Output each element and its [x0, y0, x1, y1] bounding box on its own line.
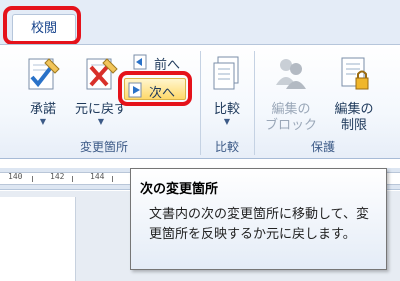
ruler-mark: [32, 176, 33, 182]
people-icon: [276, 59, 306, 89]
accept-label: 承諾: [29, 102, 56, 117]
highlight-review-tab: [3, 6, 81, 45]
document-page[interactable]: [0, 197, 76, 281]
accept-dropdown-icon[interactable]: ▼: [14, 117, 72, 126]
compare-label: 比較: [213, 102, 240, 117]
group-label-compare: 比較: [214, 140, 239, 154]
ribbon-panel: 承諾 ▼ 元に戻す ▼ 前へ 次へ 変更箇所 比較 ▼ 比較 編集の ブロック …: [0, 44, 400, 159]
block-authors-button[interactable]: 編集の ブロック: [260, 49, 322, 137]
group-separator: [254, 51, 255, 155]
previous-arrow-icon: [133, 54, 147, 70]
ruler-tick-label: 144: [90, 172, 105, 181]
reject-icon: [86, 58, 118, 90]
ruler-tick-label: 142: [50, 172, 65, 181]
tooltip-title: 次の変更箇所: [140, 182, 219, 197]
document-lock-icon: [341, 57, 369, 90]
group-label-changes: 変更箇所: [79, 140, 128, 154]
compare-icon: [213, 56, 239, 90]
compare-dropdown-icon[interactable]: ▼: [204, 117, 250, 126]
ribbon-tab-strip: 校閲: [0, 0, 400, 45]
ruler-mark: [112, 176, 113, 182]
block-authors-label-line2: ブロック: [264, 118, 317, 133]
previous-change-button[interactable]: 前へ: [130, 51, 192, 73]
tooltip-body: 文書内の次の変更箇所に移動して、変更箇所を反映するか元に戻します。: [149, 207, 369, 242]
group-separator: [200, 51, 201, 155]
restrict-editing-button[interactable]: 編集の 制限: [324, 49, 384, 137]
tooltip: 次の変更箇所 文書内の次の変更箇所に移動して、変更箇所を反映するか元に戻します。: [130, 168, 387, 270]
accept-icon: [28, 58, 60, 90]
ruler-tick-label: 140: [8, 172, 23, 181]
reject-dropdown-icon[interactable]: ▼: [72, 117, 130, 126]
accept-button[interactable]: 承諾 ▼: [14, 49, 72, 137]
ruler-mark: [72, 176, 73, 182]
highlight-next-button: [118, 71, 192, 106]
restrict-label-line2: 制限: [340, 118, 367, 133]
group-label-protect: 保護: [310, 140, 335, 154]
compare-button[interactable]: 比較 ▼: [204, 49, 250, 137]
